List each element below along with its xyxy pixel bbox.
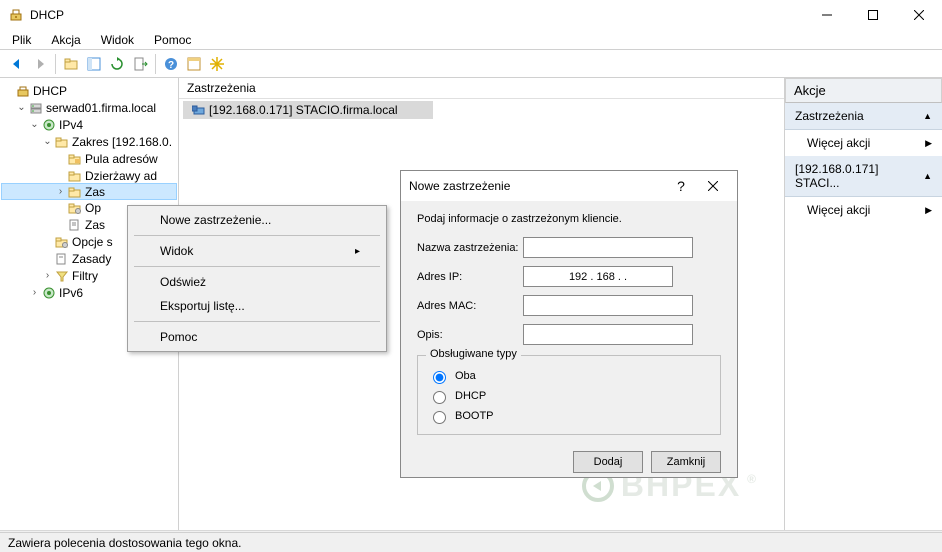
window-title: DHCP bbox=[30, 8, 804, 22]
statusbar: Zawiera polecenia dostosowania tego okna… bbox=[0, 532, 942, 552]
ctx-new-reservation[interactable]: Nowe zastrzeżenie... bbox=[130, 208, 384, 232]
close-dialog-button[interactable]: Zamknij bbox=[651, 451, 721, 473]
menu-akcja[interactable]: Akcja bbox=[47, 31, 84, 49]
help-button[interactable]: ? bbox=[160, 53, 182, 75]
group-title: Obsługiwane typy bbox=[426, 348, 521, 360]
ip-address-input[interactable]: 192 . 168 . . bbox=[523, 266, 673, 287]
desc-label: Opis: bbox=[417, 329, 523, 341]
toolbar: ? bbox=[0, 50, 942, 78]
reservation-name-input[interactable] bbox=[523, 237, 693, 258]
tree-root[interactable]: DHCP bbox=[2, 82, 176, 99]
minimize-button[interactable] bbox=[804, 0, 850, 30]
actions-more2[interactable]: Więcej akcji▶ bbox=[785, 197, 942, 223]
menubar: Plik Akcja Widok Pomoc bbox=[0, 30, 942, 50]
menu-separator bbox=[134, 235, 380, 236]
tree-pool[interactable]: Pula adresów bbox=[2, 150, 176, 167]
window-titlebar: DHCP bbox=[0, 0, 942, 30]
actions-header: Akcje bbox=[785, 78, 942, 103]
chevron-right-icon: ▶ bbox=[925, 205, 932, 216]
maximize-button[interactable] bbox=[850, 0, 896, 30]
menu-pomoc[interactable]: Pomoc bbox=[150, 31, 195, 49]
mac-address-input[interactable] bbox=[523, 295, 693, 316]
action-button[interactable] bbox=[206, 53, 228, 75]
tree-scope[interactable]: ⌄Zakres [192.168.0. bbox=[2, 133, 176, 150]
back-button[interactable] bbox=[6, 53, 28, 75]
tree-ipv4[interactable]: ⌄IPv4 bbox=[2, 116, 176, 133]
collapse-icon: ▲ bbox=[923, 111, 932, 121]
svg-text:?: ? bbox=[168, 60, 174, 71]
ctx-pomoc[interactable]: Pomoc bbox=[130, 325, 384, 349]
menu-plik[interactable]: Plik bbox=[8, 31, 35, 49]
export-button[interactable] bbox=[129, 53, 151, 75]
show-hide-button[interactable] bbox=[83, 53, 105, 75]
dialog-titlebar: Nowe zastrzeżenie ? bbox=[401, 171, 737, 201]
add-button[interactable]: Dodaj bbox=[573, 451, 643, 473]
reservation-item[interactable]: [192.168.0.171] STACIO.firma.local bbox=[183, 101, 433, 119]
actions-more[interactable]: Więcej akcji▶ bbox=[785, 130, 942, 156]
menu-separator bbox=[134, 321, 380, 322]
mac-label: Adres MAC: bbox=[417, 300, 523, 312]
ctx-export[interactable]: Eksportuj listę... bbox=[130, 294, 384, 318]
actions-pane: Akcje Zastrzeżenia▲ Więcej akcji▶ [192.1… bbox=[785, 78, 942, 530]
reservation-label: [192.168.0.171] STACIO.firma.local bbox=[209, 103, 398, 117]
chevron-right-icon: ▶ bbox=[925, 138, 932, 149]
dialog-title: Nowe zastrzeżenie bbox=[409, 179, 510, 193]
dialog-close-button[interactable] bbox=[697, 181, 729, 191]
type-bootp-radio[interactable] bbox=[433, 411, 446, 424]
actions-item[interactable]: [192.168.0.171] STACI...▲ bbox=[785, 156, 942, 197]
description-input[interactable] bbox=[523, 324, 693, 345]
tree-leases[interactable]: Dzierżawy ad bbox=[2, 167, 176, 184]
type-both-radio[interactable] bbox=[433, 371, 446, 384]
context-menu: Nowe zastrzeżenie... Widok▸ Odśwież Eksp… bbox=[127, 205, 387, 352]
toolbar-separator bbox=[55, 54, 56, 74]
type-dhcp-radio[interactable] bbox=[433, 391, 446, 404]
collapse-icon: ▲ bbox=[923, 171, 932, 181]
ctx-refresh[interactable]: Odśwież bbox=[130, 270, 384, 294]
dialog-help-button[interactable]: ? bbox=[665, 178, 697, 194]
chevron-right-icon: ▸ bbox=[355, 246, 360, 257]
refresh-button[interactable] bbox=[106, 53, 128, 75]
reservation-icon bbox=[191, 102, 207, 118]
menu-separator bbox=[134, 266, 380, 267]
up-button[interactable] bbox=[60, 53, 82, 75]
close-button[interactable] bbox=[896, 0, 942, 30]
name-label: Nazwa zastrzeżenia: bbox=[417, 242, 523, 254]
content-header: Zastrzeżenia bbox=[179, 78, 784, 99]
properties-button[interactable] bbox=[183, 53, 205, 75]
supported-types-group: Obsługiwane typy Oba DHCP BOOTP bbox=[417, 355, 721, 435]
menu-widok[interactable]: Widok bbox=[97, 31, 138, 49]
toolbar-separator-2 bbox=[155, 54, 156, 74]
app-icon bbox=[8, 7, 24, 23]
forward-button[interactable] bbox=[29, 53, 51, 75]
tree-reservations[interactable]: ›Zas bbox=[1, 183, 177, 200]
new-reservation-dialog: Nowe zastrzeżenie ? Podaj informacje o z… bbox=[400, 170, 738, 478]
ctx-widok[interactable]: Widok▸ bbox=[130, 239, 384, 263]
tree-server[interactable]: ⌄serwad01.firma.local bbox=[2, 99, 176, 116]
ip-label: Adres IP: bbox=[417, 271, 523, 283]
dialog-subtitle: Podaj informacje o zastrzeżonym kliencie… bbox=[417, 213, 721, 225]
actions-reservations[interactable]: Zastrzeżenia▲ bbox=[785, 103, 942, 130]
